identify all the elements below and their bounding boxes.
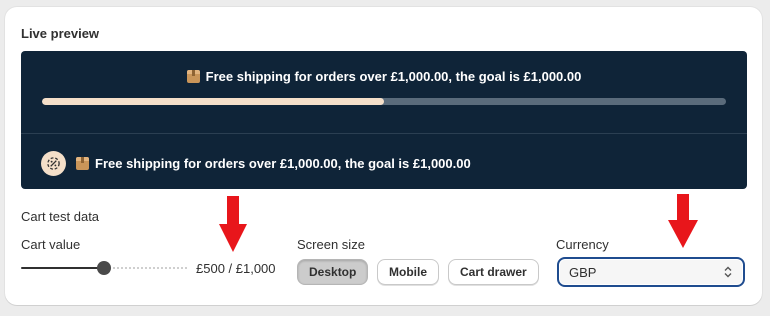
live-preview-card: Live preview Free shipping for orders ov…	[5, 7, 762, 305]
currency-value: GBP	[569, 264, 597, 280]
shipping-bar-message-row: Free shipping for orders over £1,000.00,…	[21, 69, 747, 84]
slider-rest-track	[105, 267, 187, 269]
shipping-progress-track	[42, 98, 726, 105]
chevron-updown-icon	[723, 266, 733, 278]
package-icon	[76, 156, 89, 170]
slider-thumb[interactable]	[97, 261, 111, 275]
currency-select[interactable]: GBP	[557, 257, 745, 287]
screen-size-label: Screen size	[297, 237, 365, 252]
red-arrow-icon	[668, 194, 698, 248]
cart-value-slider[interactable]	[21, 261, 187, 275]
desktop-button[interactable]: Desktop	[297, 259, 369, 285]
shipping-compact-message: Free shipping for orders over £1,000.00,…	[95, 155, 471, 171]
slider-filled-track	[21, 267, 105, 269]
cart-value-label: Cart value	[21, 237, 81, 252]
currency-label: Currency	[556, 237, 609, 252]
cart-test-title: Cart test data	[21, 209, 100, 224]
package-icon	[186, 70, 200, 83]
mobile-button[interactable]: Mobile	[377, 259, 439, 285]
shipping-bar-message: Free shipping for orders over £1,000.00,…	[205, 69, 582, 84]
free-shipping-badge-icon	[41, 150, 66, 176]
live-preview-title: Live preview	[21, 26, 100, 41]
shipping-progress-fill	[42, 98, 384, 105]
shipping-message-compact: Free shipping for orders over £1,000.00,…	[41, 150, 471, 176]
red-arrow-icon	[219, 196, 247, 252]
cart-value-readout: £500 / £1,000	[196, 261, 276, 276]
cart-drawer-button[interactable]: Cart drawer	[448, 259, 539, 285]
preview-panel: Free shipping for orders over £1,000.00,…	[21, 51, 747, 189]
preview-divider	[21, 133, 747, 134]
